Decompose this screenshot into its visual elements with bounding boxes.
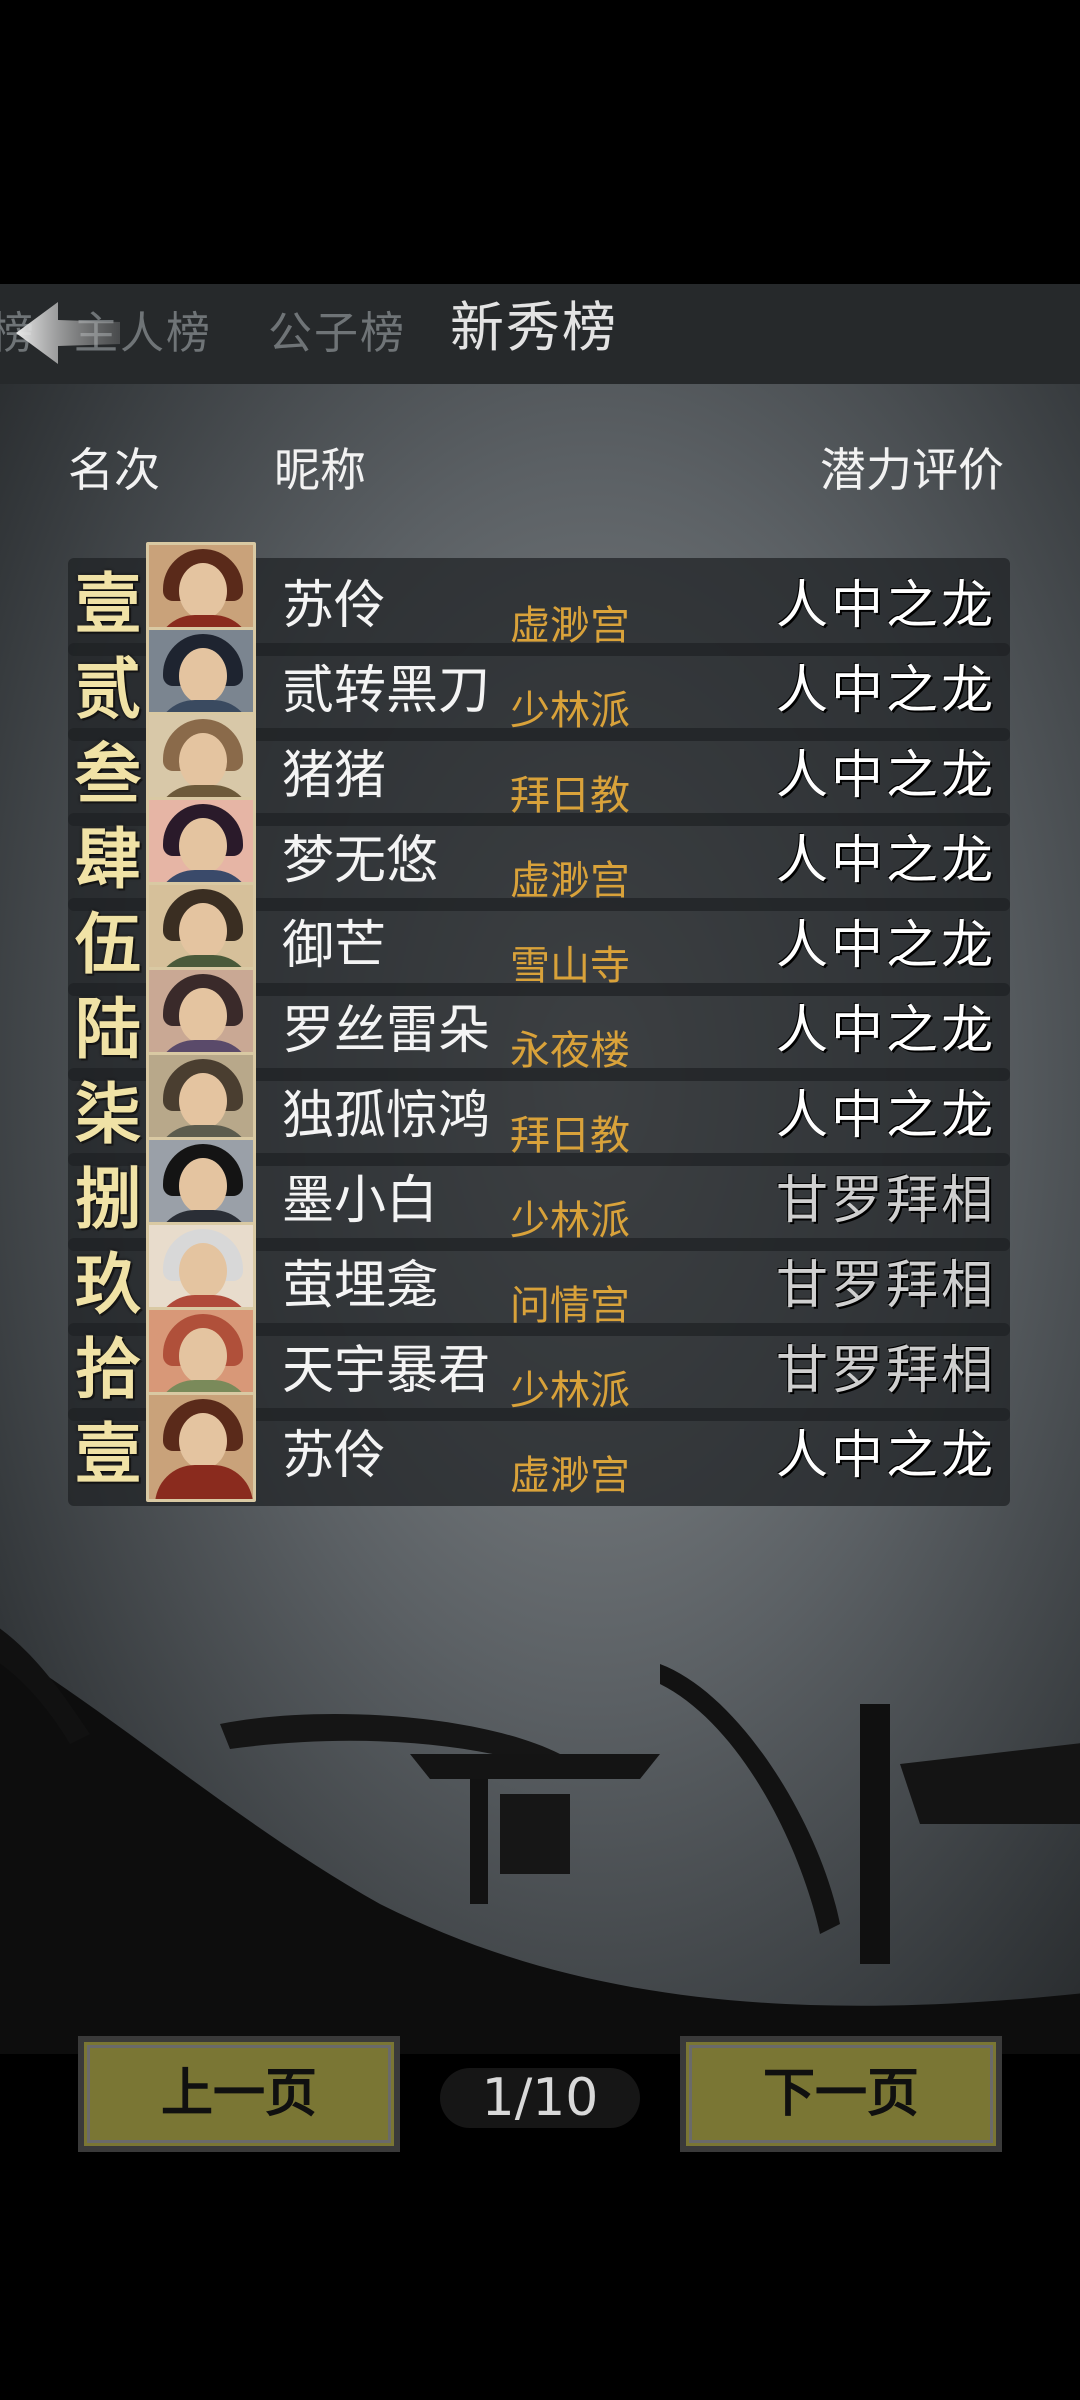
my-rank-row[interactable]: 壹 苏伶 虚渺宫 人中之龙: [68, 1392, 1010, 1506]
prev-page-button[interactable]: 上一页: [78, 2036, 400, 2152]
page-indicator: 1/10: [481, 2068, 599, 2128]
header-potential: 潜力评价: [820, 443, 1004, 497]
player-nickname: 苏伶: [282, 1426, 387, 1486]
player-avatar[interactable]: [146, 1392, 256, 1502]
back-arrow-icon[interactable]: [14, 298, 122, 368]
potential-rating: 人中之龙: [775, 1426, 996, 1486]
next-page-button[interactable]: 下一页: [680, 2036, 1002, 2152]
ink-scenery-decoration: [0, 1628, 1080, 2054]
player-sect: 虚渺宫: [510, 1453, 630, 1499]
header-nickname: 昵称: [274, 443, 366, 497]
tab-bar: 榜 主人榜 公子榜 新秀榜: [0, 284, 1080, 384]
column-header-row: 名次 昵称 潜力评价: [0, 430, 1080, 510]
leaderboard-panel: 榜 主人榜 公子榜 新秀榜 名次 昵称 潜力评价 壹苏伶虚渺宫人中之龙贰贰: [0, 284, 1080, 2054]
tab-xinxiu[interactable]: 新秀榜: [450, 296, 618, 360]
rank-numeral: 壹: [75, 1415, 141, 1493]
header-rank: 名次: [68, 443, 160, 497]
tab-gongzi[interactable]: 公子榜: [268, 302, 406, 366]
